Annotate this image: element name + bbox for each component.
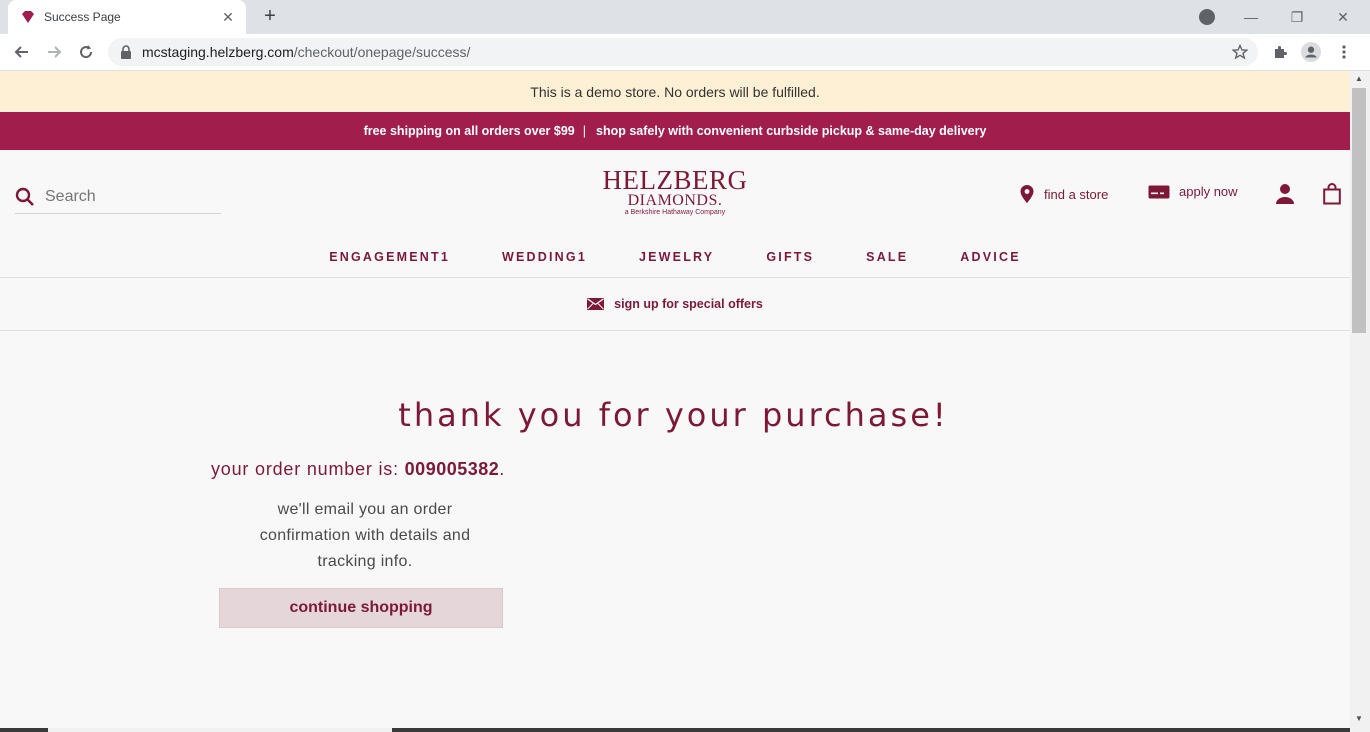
url-host: mcstaging.helzberg.com [142, 44, 294, 60]
order-number[interactable]: 009005382 [405, 459, 500, 479]
scroll-down-arrow-icon[interactable]: ▼ [1353, 714, 1365, 726]
signup-label: sign up for special offers [614, 297, 763, 311]
scroll-up-arrow-icon[interactable]: ▲ [1353, 74, 1365, 86]
user-account-icon [1276, 184, 1294, 204]
lock-icon [121, 45, 131, 59]
credit-card-icon [1148, 185, 1170, 198]
restore-button[interactable]: ❐ [1274, 0, 1320, 34]
logo-line1: HELZBERG [602, 165, 748, 195]
forward-button[interactable] [42, 40, 66, 64]
nav-gifts[interactable]: GIFTS [766, 246, 814, 277]
find-store-label: find a store [1044, 186, 1109, 202]
minimize-button[interactable]: — [1228, 0, 1274, 34]
back-button[interactable] [10, 40, 34, 64]
order-number-prefix: your order number is: [211, 459, 405, 479]
url-text: mcstaging.helzberg.com/checkout/onepage/… [142, 44, 470, 60]
forward-arrow-icon [48, 46, 62, 58]
apply-now-label: apply now [1179, 184, 1238, 199]
envelope-icon [587, 298, 605, 310]
logo-tagline: a Berkshire Hathaway Company [624, 209, 726, 216]
new-tab-button[interactable]: + [258, 5, 282, 29]
main-navigation: ENGAGEMENT1 WEDDING1 JEWELRY GIFTS SALE … [0, 246, 1350, 278]
extensions-puzzle-icon[interactable] [1270, 42, 1290, 62]
promo-curbside[interactable]: shop safely with convenient curbside pic… [596, 124, 986, 138]
diamond-favicon-icon [22, 11, 34, 23]
demo-notice: This is a demo store. No orders will be … [0, 71, 1350, 112]
email-confirmation-note: we'll email you an order confirmation wi… [259, 501, 471, 570]
nav-advice[interactable]: ADVICE [960, 246, 1020, 277]
apply-now-link[interactable]: apply now [1148, 184, 1238, 199]
map-pin-icon [1020, 185, 1034, 203]
address-bar[interactable]: mcstaging.helzberg.com/checkout/onepage/… [108, 38, 1258, 66]
find-store-link[interactable]: find a store [1019, 184, 1108, 204]
promo-banner[interactable]: free shipping on all orders over $99 | s… [0, 112, 1350, 150]
promo-separator: | [582, 124, 587, 138]
browser-tab[interactable]: Success Page ✕ [8, 0, 246, 34]
search-icon[interactable] [15, 187, 35, 207]
shopping-bag-icon [1323, 183, 1341, 205]
cart-link[interactable] [1323, 183, 1341, 205]
profile-avatar-icon[interactable] [1301, 42, 1321, 62]
promo-shipping[interactable]: free shipping on all orders over $99 [364, 124, 575, 138]
nav-wedding[interactable]: WEDDING1 [502, 246, 587, 277]
nav-engagement[interactable]: ENGAGEMENT1 [329, 246, 450, 277]
browser-tab-bar: Success Page ✕ + — ❐ ✕ [0, 0, 1370, 34]
bookmark-star-icon[interactable] [1230, 42, 1250, 62]
nav-sale[interactable]: SALE [866, 246, 908, 277]
account-link[interactable] [1275, 183, 1295, 205]
browser-toolbar: mcstaging.helzberg.com/checkout/onepage/… [0, 34, 1370, 71]
web-page: This is a demo store. No orders will be … [0, 71, 1350, 732]
site-header: HELZBERG DIAMONDS. a Berkshire Hathaway … [0, 150, 1350, 278]
logo-line2: DIAMONDS. [627, 192, 723, 209]
url-path: /checkout/onepage/success/ [293, 44, 471, 60]
browser-menu-icon[interactable] [1334, 42, 1354, 62]
nav-jewelry[interactable]: JEWELRY [639, 246, 714, 277]
success-heading: thank you for your purchase! [398, 396, 949, 434]
horizontal-scrollbar[interactable] [48, 728, 392, 732]
vertical-scrollbar-thumb[interactable] [1352, 88, 1366, 333]
search-input[interactable] [45, 187, 215, 206]
back-arrow-icon [14, 46, 28, 58]
tab-title: Success Page [44, 10, 121, 24]
tab-search-icon[interactable] [1199, 9, 1215, 25]
window-close-button[interactable]: ✕ [1320, 0, 1366, 34]
signup-offers-link[interactable]: sign up for special offers [0, 278, 1350, 331]
helzberg-logo[interactable]: HELZBERG DIAMONDS. a Berkshire Hathaway … [596, 167, 754, 223]
search-box[interactable] [15, 180, 221, 214]
tab-close-icon[interactable]: ✕ [220, 9, 236, 26]
order-number-suffix: . [499, 459, 506, 479]
order-number-line: your order number is: 009005382. [211, 459, 505, 480]
reload-button[interactable] [74, 40, 98, 64]
reload-icon [80, 45, 93, 59]
continue-shopping-button[interactable]: continue shopping [219, 588, 503, 628]
